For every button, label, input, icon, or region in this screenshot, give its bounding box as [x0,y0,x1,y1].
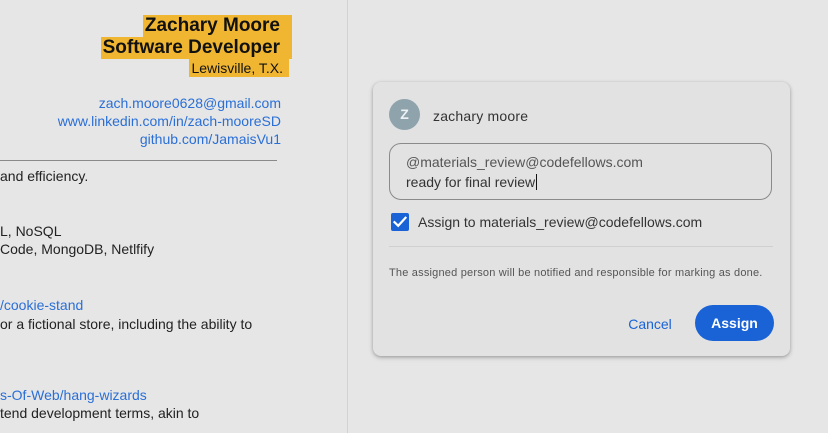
avatar: Z [389,99,420,130]
summary-text: and efficiency. [0,168,89,184]
project-link-cookie-stand[interactable]: /cookie-stand [0,297,83,313]
resume-name: Zachary Moore [142,15,292,37]
linkedin-link[interactable]: www.linkedin.com/in/zach-mooreSD [58,113,281,129]
comment-mention: @materials_review@codefellows.com [406,154,643,170]
assign-checkbox[interactable] [391,213,409,231]
section-divider [0,160,277,161]
text-caret [536,174,538,190]
assign-button[interactable]: Assign [695,305,774,341]
skills-line-2: Code, MongoDB, Netlfify [0,241,155,257]
card-divider [389,246,773,247]
assign-checkbox-label[interactable]: Assign to materials_review@codefellows.c… [418,214,702,230]
project-description-2: tend development terms, akin to [0,405,200,421]
commenter-name: zachary moore [433,108,529,124]
resume-location: Lewisville, T.X. [189,59,289,77]
comment-card: Z zachary moore @materials_review@codefe… [373,82,790,356]
checkmark-icon [393,216,407,228]
cancel-button[interactable]: Cancel [615,308,685,340]
assign-note: The assigned person will be notified and… [389,267,763,279]
comment-text: ready for final review [406,174,536,190]
project-description-1: or a fictional store, including the abil… [0,316,253,332]
resume-title: Software Developer [100,37,292,59]
skills-line-1: L, NoSQL [0,223,62,239]
github-link[interactable]: github.com/JamaisVu1 [140,131,281,147]
comment-input[interactable]: @materials_review@codefellows.com ready … [389,143,772,200]
document-pane: Zachary Moore Software Developer Lewisvi… [0,0,347,433]
project-link-hang-wizards[interactable]: s-Of-Web/hang-wizards [0,387,147,403]
email-link[interactable]: zach.moore0628@gmail.com [99,95,281,111]
